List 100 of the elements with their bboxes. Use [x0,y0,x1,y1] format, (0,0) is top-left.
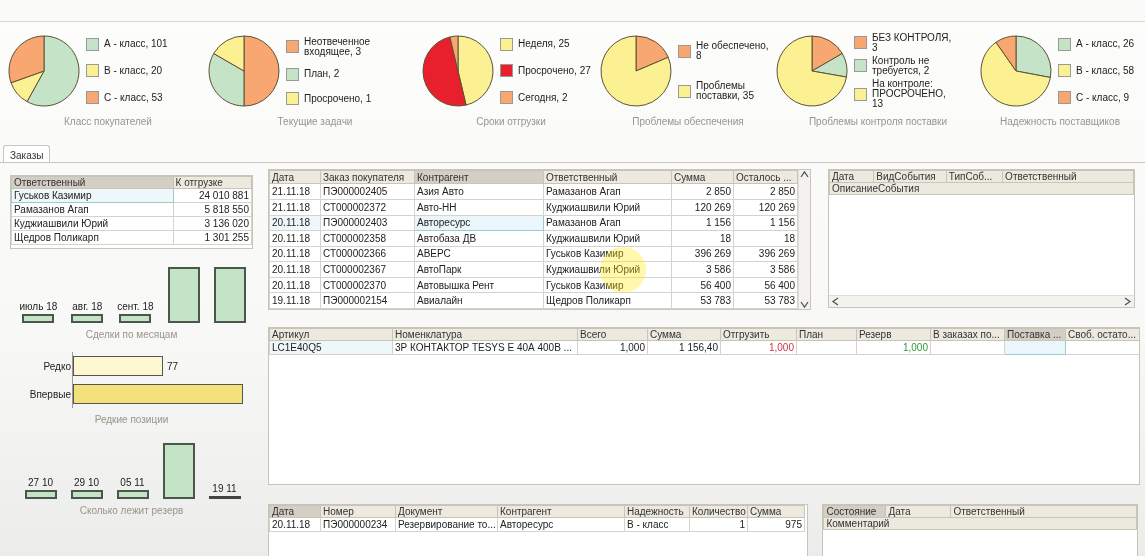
bar-label: 27 10 [28,477,53,488]
column-header[interactable]: Номенклатура [392,328,578,341]
table-cell: 2 850 [671,183,734,200]
column-header[interactable]: ТипСоб... [946,170,1003,183]
bar [70,490,103,499]
scrollbar[interactable] [829,295,1134,307]
column-header[interactable]: ВидСобытия [873,170,947,183]
column-header[interactable]: Контрагент [414,170,544,184]
table-cell: 53 783 [671,292,734,309]
bar [167,267,200,323]
column-header[interactable]: Номер [320,505,396,518]
column-header[interactable]: Своб. остато... [1065,328,1139,341]
table-cell: 396 269 [671,246,734,262]
bar [208,496,241,499]
column-header[interactable]: Документ [395,505,498,518]
legend-label: А - класс, 101 [104,39,168,50]
column-header[interactable]: Ответственный [950,505,1137,518]
column-header[interactable]: В заказах по... [930,328,1005,341]
table-cell: Куджиашвили Юрий [543,261,672,278]
table-cell: 3 586 [733,261,798,278]
legend-label: А - класс, 26 [1076,39,1135,50]
column-header[interactable]: Ответственный [1002,170,1134,183]
column-header[interactable]: Надежность [624,505,690,518]
table-cell: СТ000002372 [320,199,415,215]
table-cell: 396 269 [733,246,798,262]
table-cell: Резервирование то... [395,517,498,532]
table-cell: 1,000 [856,340,931,355]
column-header[interactable]: Дата [269,170,321,184]
table-cell: 20.11.18 [269,517,321,532]
table-cell: 3 586 [671,261,734,278]
column-header[interactable]: Резерв [856,328,931,341]
column-header[interactable]: Состояние [823,505,886,518]
column-header[interactable]: К отгрузке [173,176,252,189]
column-header[interactable]: Артикул [269,328,393,341]
table-cell: Авиалайн [414,292,544,309]
bar-label: июль 18 [19,301,58,312]
column-header[interactable]: План [796,328,857,341]
table-cell: 20.11.18 [269,230,321,247]
bar [71,314,104,323]
table-cell: Куджиашвили Юрий [543,199,672,215]
table-cell: 56 400 [733,277,798,293]
table-cell: СТ000002358 [320,230,415,247]
table-cell: СТ000002367 [320,261,415,278]
bar-label: 19 11 [212,483,237,494]
bar [119,314,152,323]
column-header[interactable]: Сумма [671,170,734,184]
table-cell: 3Р КОНТАКТОР TESYS E 40А 400В ... [392,340,578,355]
column-header[interactable]: Поставка ... [1004,328,1066,341]
table-cell: 1,000 [720,340,797,355]
scroll-left-icon[interactable] [831,297,840,306]
column-header[interactable]: Дата [885,505,951,518]
table-cell: 24 010 881 [173,188,252,203]
table-cell: АВЕРС [414,246,544,262]
legend-label: С - класс, 53 [104,92,163,103]
table-cell: 1 156 [671,215,734,231]
bar-label: 05 11 [120,477,145,488]
chart-title: Проблемы обеспечения [632,116,744,127]
column-header[interactable]: Заказ покупателя [320,170,415,184]
bar [213,267,246,323]
table-cell: Рамазанов Агап [11,202,174,217]
chart-title: Надежность поставщиков [1000,116,1120,127]
scroll-right-icon[interactable] [1123,297,1132,306]
table-cell: 1 [689,517,748,532]
column-header[interactable]: Ответственный [543,170,672,184]
column-header[interactable]: Дата [269,505,321,518]
scroll-up-icon[interactable] [800,170,809,179]
table-cell: 18 [733,230,798,247]
bar [116,490,149,499]
column-header[interactable]: Дата [829,170,874,183]
column-header[interactable]: Количество [689,505,748,518]
column-header[interactable]: Ответственный [11,176,174,189]
table-cell: Рамазанов Агап [543,215,672,231]
table-cell: 21.11.18 [269,199,321,215]
table-cell: ПЭ000002154 [320,292,415,309]
table-cell: 1 301 255 [173,230,252,245]
table-cell: Щедров Поликарп [543,292,672,309]
column-header[interactable]: Всего [577,328,648,341]
chart-title: Сроки отгрузки [476,116,546,127]
column-header[interactable]: Осталось ... [733,170,798,184]
legend-label: Контроль не требуется, 2 [872,56,931,76]
table-cell: 20.11.18 [269,277,321,293]
scroll-down-icon[interactable] [800,300,809,309]
legend-label: План, 2 [304,69,340,80]
column-header[interactable]: Контрагент [497,505,625,518]
table-cell: Рамазанов Агап [543,183,672,200]
column-header[interactable]: Сумма [647,328,721,341]
table-cell: 2 850 [733,183,798,200]
legend-label: Неделя, 25 [518,39,570,50]
table-cell: 1 156 [733,215,798,231]
legend-label: Не обеспечено, 8 [696,41,770,61]
table-cell: Авто-НН [414,199,544,215]
table-cell: Гуськов Казимир [543,277,672,293]
column-header[interactable]: Сумма [747,505,805,518]
chart-title: Текущие задачи [277,116,353,127]
bar-label: Впервые [29,388,71,400]
chart-title: Проблемы контроля поставки [808,116,948,127]
tab[interactable]: Заказы [3,145,51,162]
column-header[interactable]: Отгрузить [720,328,797,341]
table-cell: 20.11.18 [269,246,321,262]
scrollbar[interactable] [798,170,810,309]
